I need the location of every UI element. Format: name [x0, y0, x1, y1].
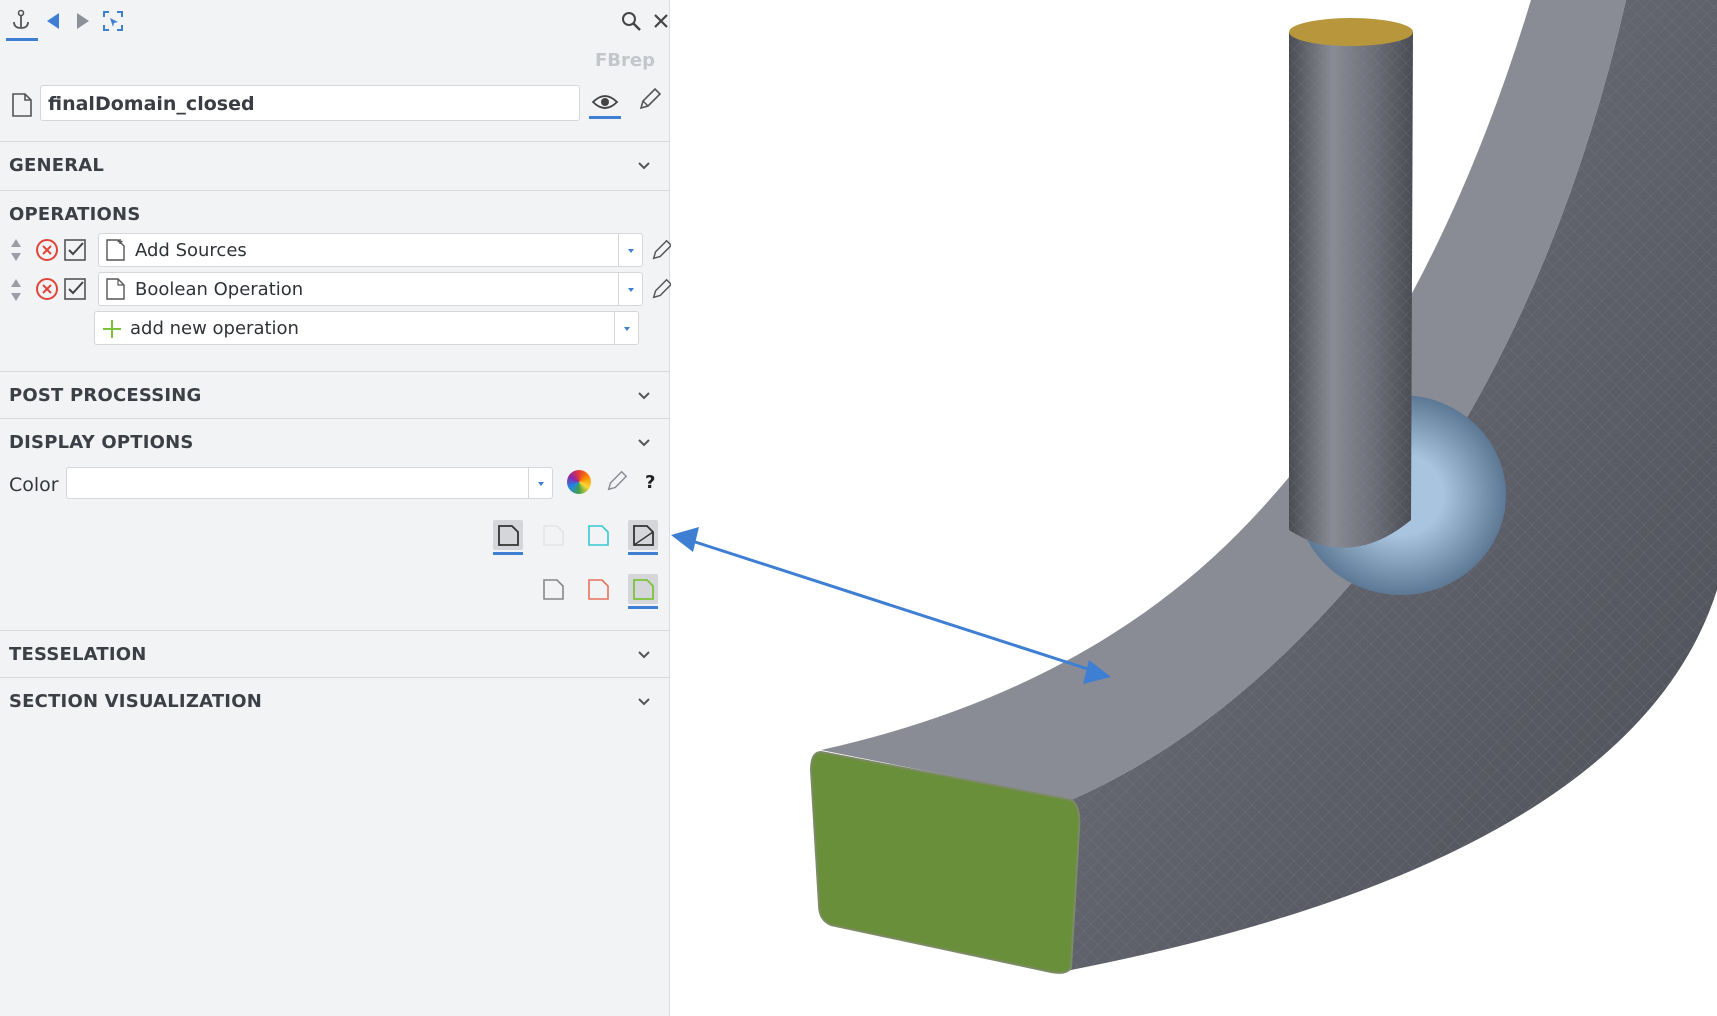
anchor-active-indicator	[6, 38, 38, 41]
dropdown-arrow[interactable]	[618, 234, 642, 266]
section-tesselation[interactable]: TESSELATION	[0, 630, 669, 677]
section-title: POST PROCESSING	[9, 385, 202, 406]
dropdown-arrow[interactable]	[618, 273, 642, 305]
active-indicator	[493, 552, 523, 555]
sort-arrows-icon[interactable]	[9, 237, 23, 267]
3d-viewport[interactable]	[671, 0, 1717, 1016]
pencil-icon[interactable]	[637, 86, 663, 116]
add-operation-label: add new operation	[130, 318, 299, 339]
operation-label: Add Sources	[135, 240, 247, 261]
active-indicator	[628, 552, 658, 555]
add-operation-select[interactable]: add new operation	[94, 311, 639, 345]
color-label: Color	[9, 474, 59, 496]
section-title: OPERATIONS	[9, 204, 141, 225]
section-title: SECTION VISUALIZATION	[9, 691, 262, 712]
file-icon	[10, 92, 34, 122]
properties-panel: FBrep finalDomain_closed GENERAL OPERATI…	[0, 0, 673, 1016]
object-name-field[interactable]: finalDomain_closed	[40, 85, 580, 121]
object-name-value: finalDomain_closed	[48, 93, 255, 115]
operation-select[interactable]: Add Sources	[98, 233, 643, 267]
type-badge: FBrep	[595, 50, 655, 71]
plus-icon	[103, 320, 121, 338]
pencil-icon[interactable]	[605, 468, 629, 498]
annotation-arrow	[671, 527, 1111, 684]
section-title: DISPLAY OPTIONS	[9, 432, 194, 453]
operation-label: Boolean Operation	[135, 279, 304, 300]
sort-arrows-icon[interactable]	[9, 277, 23, 307]
checkbox-icon[interactable]	[63, 238, 87, 266]
chevron-down-icon[interactable]	[635, 645, 653, 663]
eye-active-indicator	[589, 116, 621, 119]
eye-icon[interactable]	[589, 88, 621, 116]
search-icon[interactable]	[618, 8, 644, 34]
boolean-operation-icon	[106, 278, 125, 300]
section-title: TESSELATION	[9, 644, 147, 665]
dropdown-arrow[interactable]	[528, 468, 552, 498]
active-indicator	[628, 606, 658, 609]
chevron-down-icon[interactable]	[635, 433, 653, 451]
display-transparent-button[interactable]	[538, 520, 568, 550]
dropdown-arrow[interactable]	[614, 312, 638, 344]
section-post-processing[interactable]: POST PROCESSING	[0, 371, 669, 418]
display-red-button[interactable]	[583, 574, 613, 604]
display-cyan-button[interactable]	[583, 520, 613, 550]
section-display-options: DISPLAY OPTIONS	[0, 418, 669, 630]
chevron-down-icon[interactable]	[635, 156, 653, 174]
back-arrow-icon[interactable]	[40, 8, 66, 34]
display-green-button[interactable]	[628, 574, 658, 609]
help-icon[interactable]: ?	[645, 472, 655, 493]
select-icon[interactable]	[100, 8, 126, 34]
color-wheel-icon[interactable]	[567, 470, 591, 494]
add-sources-icon	[106, 239, 125, 261]
display-solid-button[interactable]	[493, 520, 523, 555]
anchor-icon[interactable]	[8, 8, 34, 34]
chevron-down-icon[interactable]	[635, 386, 653, 404]
remove-icon[interactable]	[35, 238, 59, 266]
checkbox-icon[interactable]	[63, 277, 87, 305]
section-general[interactable]: GENERAL	[0, 141, 669, 188]
display-wireframe-button[interactable]	[628, 520, 658, 555]
remove-icon[interactable]	[35, 277, 59, 305]
color-select[interactable]	[66, 467, 553, 499]
operation-select[interactable]: Boolean Operation	[98, 272, 643, 306]
section-section-visualization[interactable]: SECTION VISUALIZATION	[0, 677, 669, 724]
section-title: GENERAL	[9, 155, 105, 176]
forward-arrow-icon[interactable]	[70, 8, 96, 34]
chevron-down-icon[interactable]	[635, 692, 653, 710]
display-gray-button[interactable]	[538, 574, 568, 604]
